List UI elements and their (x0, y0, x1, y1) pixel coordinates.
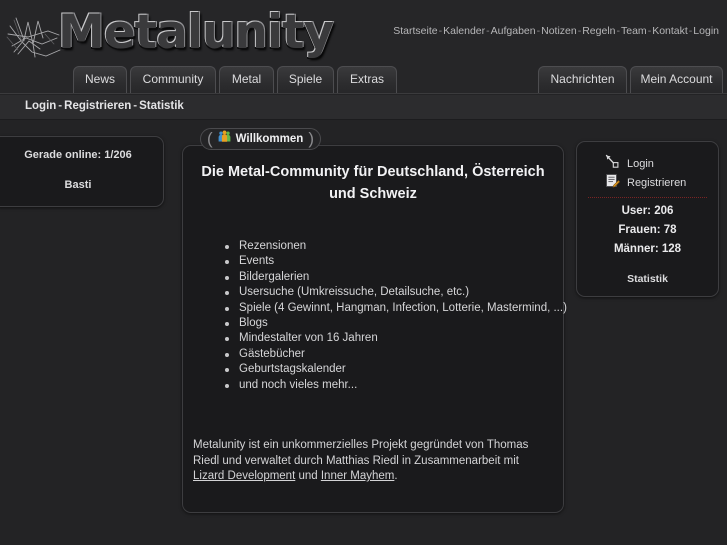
site-logo-text: Metalunity (58, 5, 334, 60)
list-item: und noch vieles mehr... (223, 378, 567, 393)
top-link-regeln[interactable]: Regeln (582, 25, 615, 37)
sidebar-item-register-label: Registrieren (627, 177, 687, 189)
group-people-icon (218, 130, 231, 148)
stat-women: Frauen: 78 (618, 224, 677, 236)
account-sidebar-panel: Login Registrieren User: 206 Frauen: 78 … (576, 141, 719, 297)
sub-navigation: Login - Registrieren - Statistik (0, 95, 727, 120)
top-link-kalender[interactable]: Kalender (443, 25, 485, 37)
sidebar-item-login[interactable]: Login (605, 154, 654, 174)
site-header: Metalunity Startseite-Kalender-Aufgaben-… (0, 0, 727, 64)
feature-list: Rezensionen Events Bildergalerien Usersu… (223, 239, 567, 393)
subnav-item-registrieren[interactable]: Registrieren (64, 100, 131, 112)
tab-mein-account[interactable]: Mein Account (630, 66, 723, 93)
stat-men: Männer: 128 (613, 243, 682, 255)
subnav-sep: - (133, 100, 138, 112)
tab-extras[interactable]: Extras (337, 66, 397, 93)
top-link-startseite[interactable]: Startseite (393, 25, 437, 37)
link-lizard-development[interactable]: Lizard Development (193, 470, 295, 482)
bracket-left-icon: ( (207, 128, 213, 148)
top-utility-links[interactable]: Startseite-Kalender-Aufgaben-Notizen-Reg… (393, 25, 719, 37)
main-tabbar: News Community Metal Spiele Extras Nachr… (0, 64, 727, 94)
about-paragraph: Metalunity ist ein unkommerzielles Proje… (193, 438, 549, 485)
sidebar-item-register[interactable]: Registrieren (605, 173, 686, 193)
about-text-part1: Metalunity ist ein unkommerzielles Proje… (193, 439, 529, 467)
online-count-label: Gerade online: 1/206 (24, 149, 132, 161)
welcome-panel-tab: ( Willkommen ) (200, 128, 321, 150)
subnav-sep: - (58, 100, 63, 112)
about-text-part3: . (394, 470, 398, 482)
link-inner-mayhem[interactable]: Inner Mayhem (321, 470, 395, 482)
top-link-kontakt[interactable]: Kontakt (652, 25, 688, 37)
key-pointer-icon (605, 154, 620, 174)
top-link-team[interactable]: Team (621, 25, 647, 37)
list-item: Gästebücher (223, 347, 567, 362)
tab-spiele[interactable]: Spiele (277, 66, 334, 93)
list-item: Spiele (4 Gewinnt, Hangman, Infection, L… (223, 301, 567, 316)
list-item: Geburtstagskalender (223, 362, 567, 377)
main-content-panel: Die Metal-Community für Deutschland, Öst… (182, 145, 567, 513)
online-users-box: Gerade online: 1/206 Basti (0, 136, 164, 207)
document-edit-icon (605, 173, 621, 193)
sidebar-item-login-label: Login (627, 158, 654, 170)
tab-news[interactable]: News (73, 66, 127, 93)
tab-community[interactable]: Community (130, 66, 216, 93)
welcome-tab-label: Willkommen (235, 133, 304, 145)
top-link-aufgaben[interactable]: Aufgaben (491, 25, 536, 37)
list-item: Mindestalter von 16 Jahren (223, 331, 567, 346)
tab-nachrichten[interactable]: Nachrichten (538, 66, 627, 93)
page-title: Die Metal-Community für Deutschland, Öst… (201, 164, 545, 202)
subnav-item-statistik[interactable]: Statistik (139, 100, 184, 112)
about-text-part2: und (295, 470, 321, 482)
sidebar-statistik-link[interactable]: Statistik (577, 273, 718, 285)
stat-users: User: 206 (621, 205, 674, 217)
bracket-right-icon: ) (308, 128, 314, 148)
top-link-notizen[interactable]: Notizen (541, 25, 577, 37)
tab-metal[interactable]: Metal (219, 66, 274, 93)
list-item: Events (223, 254, 567, 269)
top-link-login[interactable]: Login (693, 25, 719, 37)
list-item: Usersuche (Umkreissuche, Detailsuche, et… (223, 285, 567, 300)
online-user-name[interactable]: Basti (0, 179, 163, 191)
subnav-item-login[interactable]: Login (25, 100, 56, 112)
sidebar-divider (588, 197, 707, 198)
list-item: Bildergalerien (223, 270, 567, 285)
list-item: Blogs (223, 316, 567, 331)
list-item: Rezensionen (223, 239, 567, 254)
